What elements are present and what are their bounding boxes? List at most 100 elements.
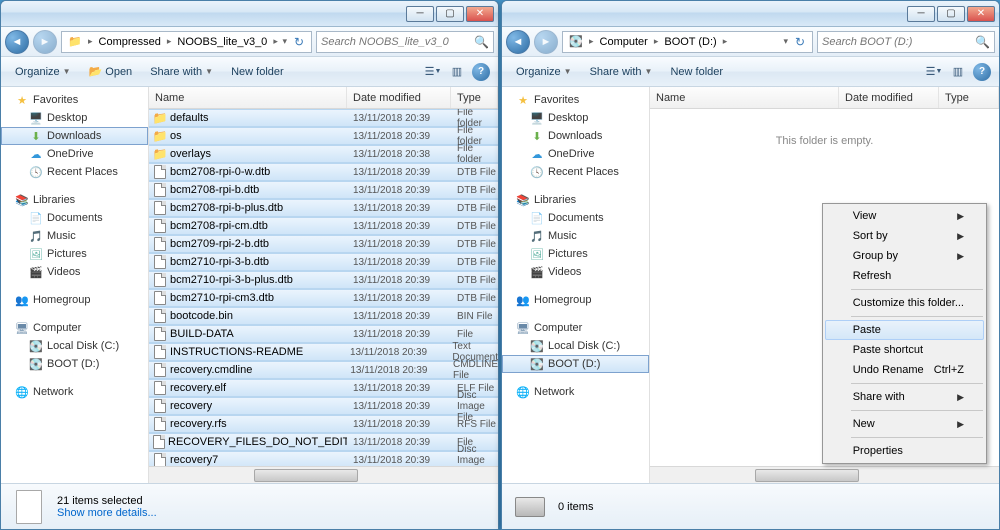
file-row[interactable]: os13/11/2018 20:39File folder bbox=[149, 127, 498, 145]
nav-documents[interactable]: 📄Documents bbox=[1, 209, 148, 227]
ctx-sort-by[interactable]: Sort by▶ bbox=[825, 226, 984, 246]
file-row[interactable]: recovery.cmdline13/11/2018 20:39CMDLINE … bbox=[149, 361, 498, 379]
file-row[interactable]: recovery.rfs13/11/2018 20:39RFS File bbox=[149, 415, 498, 433]
chevron-right-icon[interactable]: ▸ bbox=[271, 36, 280, 47]
nav-local-disk[interactable]: 💽Local Disk (C:) bbox=[502, 337, 649, 355]
nav-desktop[interactable]: 🖥️Desktop bbox=[502, 109, 649, 127]
close-button[interactable]: ✕ bbox=[466, 6, 494, 22]
new-folder-button[interactable]: New folder bbox=[662, 63, 731, 81]
scrollbar-horizontal[interactable] bbox=[149, 466, 498, 483]
nav-pictures[interactable]: 🖼Pictures bbox=[502, 245, 649, 263]
breadcrumb-seg[interactable]: BOOT (D:) bbox=[660, 32, 720, 52]
nav-boot-drive[interactable]: 💽BOOT (D:) bbox=[1, 355, 148, 373]
file-row[interactable]: bcm2708-rpi-b.dtb13/11/2018 20:39DTB Fil… bbox=[149, 181, 498, 199]
refresh-button[interactable]: ↻ bbox=[289, 35, 309, 49]
new-folder-button[interactable]: New folder bbox=[223, 63, 292, 81]
nav-videos[interactable]: 🎬Videos bbox=[502, 263, 649, 281]
nav-homegroup[interactable]: 👥Homegroup bbox=[1, 291, 148, 309]
nav-recent-places[interactable]: 🕓Recent Places bbox=[502, 163, 649, 181]
file-row[interactable]: RECOVERY_FILES_DO_NOT_EDIT13/11/2018 20:… bbox=[149, 433, 498, 451]
back-button[interactable]: ◄ bbox=[5, 30, 29, 54]
file-row[interactable]: recovery713/11/2018 20:39Disc Image File bbox=[149, 451, 498, 466]
ctx-group-by[interactable]: Group by▶ bbox=[825, 246, 984, 266]
file-row[interactable]: INSTRUCTIONS-README13/11/2018 20:39Text … bbox=[149, 343, 498, 361]
ctx-share-with[interactable]: Share with▶ bbox=[825, 387, 984, 407]
help-button[interactable]: ? bbox=[470, 62, 492, 82]
file-row[interactable]: bcm2709-rpi-2-b.dtb13/11/2018 20:39DTB F… bbox=[149, 235, 498, 253]
chevron-right-icon[interactable]: ▸ bbox=[587, 36, 596, 47]
ctx-new[interactable]: New▶ bbox=[825, 414, 984, 434]
dropdown-icon[interactable]: ▾ bbox=[280, 36, 289, 47]
nav-onedrive[interactable]: ☁OneDrive bbox=[502, 145, 649, 163]
maximize-button[interactable]: ▢ bbox=[937, 6, 965, 22]
refresh-button[interactable]: ↻ bbox=[790, 35, 810, 49]
column-name[interactable]: Name bbox=[650, 87, 839, 108]
dropdown-icon[interactable]: ▾ bbox=[781, 36, 790, 47]
ctx-undo-rename[interactable]: Undo RenameCtrl+Z bbox=[825, 360, 984, 380]
nav-music[interactable]: 🎵Music bbox=[1, 227, 148, 245]
breadcrumb-seg[interactable]: Compressed bbox=[95, 32, 165, 52]
forward-button[interactable]: ► bbox=[534, 30, 558, 54]
preview-pane-button[interactable]: ▥ bbox=[947, 62, 969, 82]
scrollbar-thumb[interactable] bbox=[254, 469, 359, 482]
maximize-button[interactable]: ▢ bbox=[436, 6, 464, 22]
organize-button[interactable]: Organize▼ bbox=[508, 63, 580, 81]
file-row[interactable]: bcm2710-rpi-cm3.dtb13/11/2018 20:39DTB F… bbox=[149, 289, 498, 307]
search-box[interactable]: 🔍 bbox=[316, 31, 494, 53]
nav-favorites[interactable]: ★Favorites bbox=[1, 91, 148, 109]
file-row[interactable]: bcm2710-rpi-3-b-plus.dtb13/11/2018 20:39… bbox=[149, 271, 498, 289]
close-button[interactable]: ✕ bbox=[967, 6, 995, 22]
column-date[interactable]: Date modified bbox=[347, 87, 451, 108]
nav-desktop[interactable]: 🖥️Desktop bbox=[1, 109, 148, 127]
view-button[interactable]: ☰▼ bbox=[923, 62, 945, 82]
column-date[interactable]: Date modified bbox=[839, 87, 939, 108]
ctx-properties[interactable]: Properties bbox=[825, 441, 984, 461]
share-with-button[interactable]: Share with▼ bbox=[582, 63, 661, 81]
chevron-right-icon[interactable]: ▸ bbox=[86, 36, 95, 47]
file-row[interactable]: bcm2710-rpi-3-b.dtb13/11/2018 20:39DTB F… bbox=[149, 253, 498, 271]
scrollbar-thumb[interactable] bbox=[755, 469, 860, 482]
search-input[interactable] bbox=[321, 36, 474, 48]
back-button[interactable]: ◄ bbox=[506, 30, 530, 54]
nav-videos[interactable]: 🎬Videos bbox=[1, 263, 148, 281]
nav-network[interactable]: 🌐Network bbox=[1, 383, 148, 401]
nav-computer[interactable]: 🖥Computer bbox=[502, 319, 649, 337]
file-row[interactable]: recovery13/11/2018 20:39Disc Image File bbox=[149, 397, 498, 415]
nav-network[interactable]: 🌐Network bbox=[502, 383, 649, 401]
view-button[interactable]: ☰▼ bbox=[422, 62, 444, 82]
nav-computer[interactable]: 🖥Computer bbox=[1, 319, 148, 337]
organize-button[interactable]: Organize▼ bbox=[7, 63, 79, 81]
nav-favorites[interactable]: ★Favorites bbox=[502, 91, 649, 109]
open-button[interactable]: 📂Open bbox=[81, 62, 141, 81]
breadcrumb[interactable]: 📁 ▸ Compressed ▸ NOOBS_lite_v3_0 ▸ ▾ ↻ bbox=[61, 31, 312, 53]
chevron-right-icon[interactable]: ▸ bbox=[652, 36, 661, 47]
nav-homegroup[interactable]: 👥Homegroup bbox=[502, 291, 649, 309]
nav-recent-places[interactable]: 🕓Recent Places bbox=[1, 163, 148, 181]
nav-local-disk[interactable]: 💽Local Disk (C:) bbox=[1, 337, 148, 355]
file-row[interactable]: bcm2708-rpi-0-w.dtb13/11/2018 20:39DTB F… bbox=[149, 163, 498, 181]
minimize-button[interactable]: ─ bbox=[406, 6, 434, 22]
nav-documents[interactable]: 📄Documents bbox=[502, 209, 649, 227]
forward-button[interactable]: ► bbox=[33, 30, 57, 54]
titlebar[interactable]: ─ ▢ ✕ bbox=[502, 1, 999, 27]
minimize-button[interactable]: ─ bbox=[907, 6, 935, 22]
search-box[interactable]: 🔍 bbox=[817, 31, 995, 53]
ctx-paste[interactable]: Paste bbox=[825, 320, 984, 340]
nav-onedrive[interactable]: ☁OneDrive bbox=[1, 145, 148, 163]
nav-libraries[interactable]: 📚Libraries bbox=[1, 191, 148, 209]
file-row[interactable]: bootcode.bin13/11/2018 20:39BIN File bbox=[149, 307, 498, 325]
show-details-link[interactable]: Show more details... bbox=[57, 507, 157, 519]
nav-downloads[interactable]: ⬇Downloads bbox=[1, 127, 148, 145]
file-row[interactable]: bcm2708-rpi-b-plus.dtb13/11/2018 20:39DT… bbox=[149, 199, 498, 217]
nav-boot-drive[interactable]: 💽BOOT (D:) bbox=[502, 355, 649, 373]
nav-downloads[interactable]: ⬇Downloads bbox=[502, 127, 649, 145]
titlebar[interactable]: ─ ▢ ✕ bbox=[1, 1, 498, 27]
file-row[interactable]: overlays13/11/2018 20:38File folder bbox=[149, 145, 498, 163]
column-type[interactable]: Type bbox=[451, 87, 498, 108]
file-list[interactable]: defaults13/11/2018 20:39File folderos13/… bbox=[149, 109, 498, 466]
share-with-button[interactable]: Share with▼ bbox=[142, 63, 221, 81]
chevron-right-icon[interactable]: ▸ bbox=[721, 36, 730, 47]
file-row[interactable]: recovery.elf13/11/2018 20:39ELF File bbox=[149, 379, 498, 397]
breadcrumb-seg[interactable]: Computer bbox=[596, 32, 652, 52]
scrollbar-horizontal[interactable] bbox=[650, 466, 999, 483]
